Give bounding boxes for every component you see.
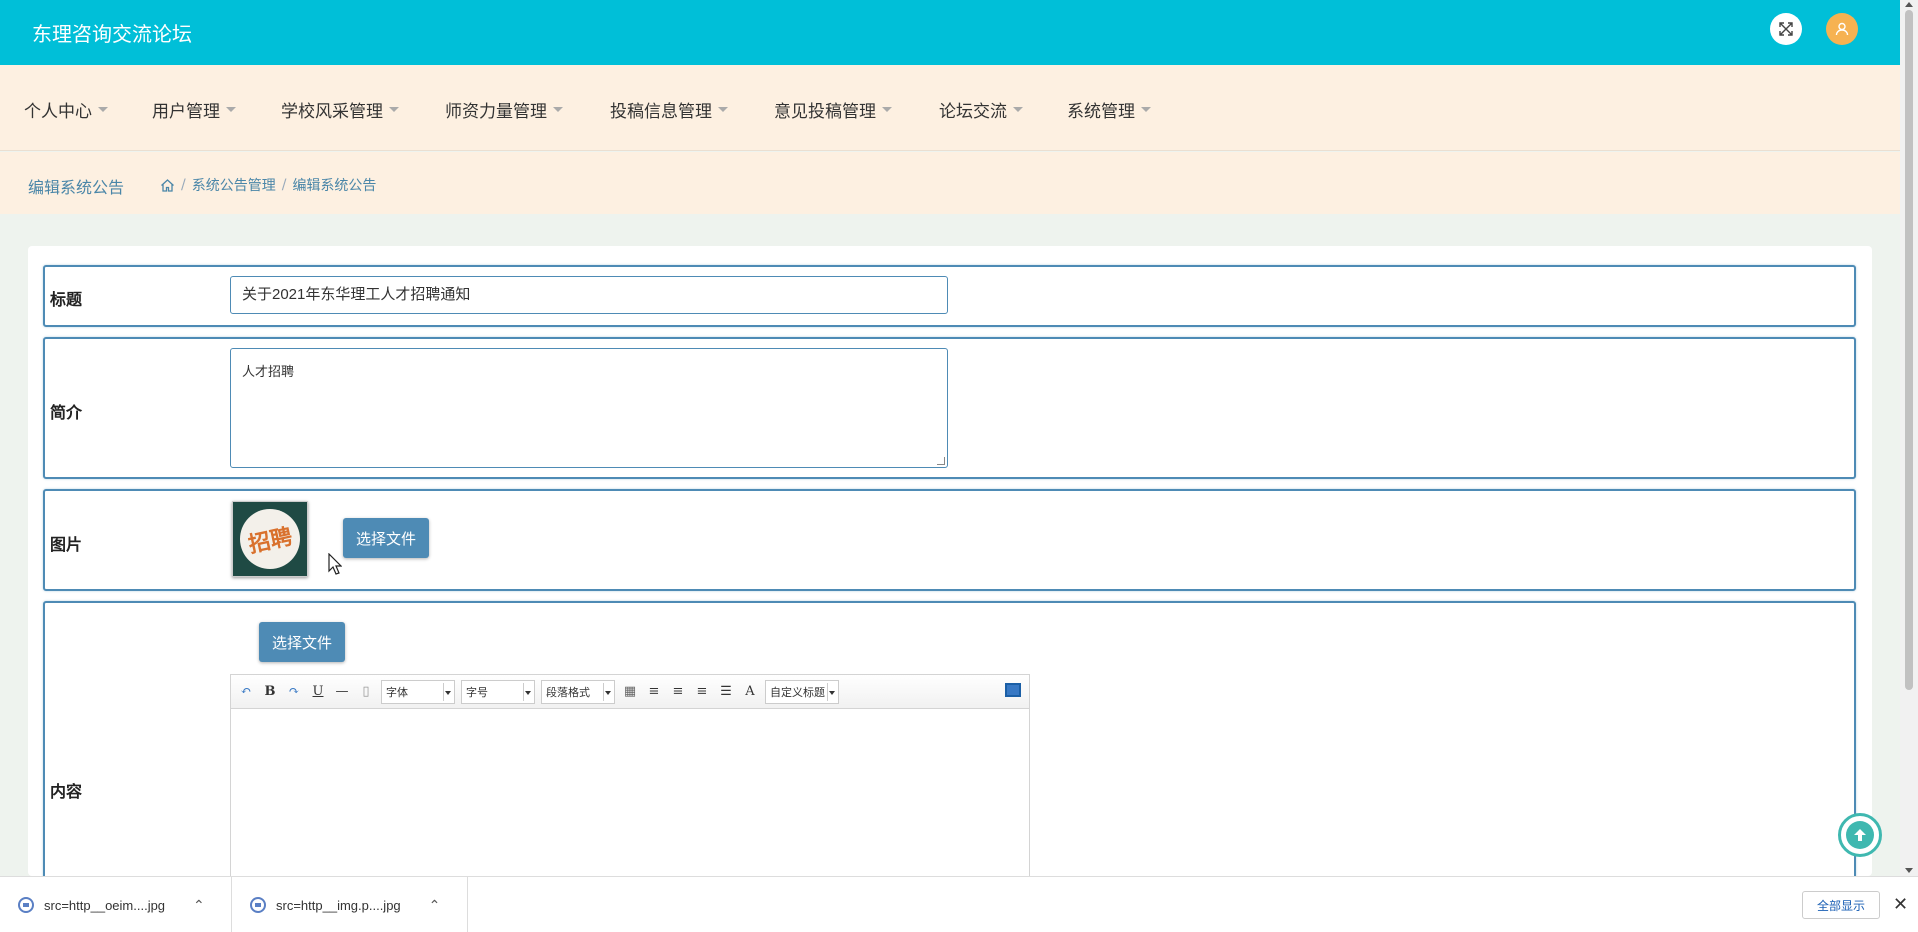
horizontal-rule-icon[interactable]: — bbox=[333, 683, 351, 701]
home-icon[interactable] bbox=[160, 178, 175, 193]
nav-item-feedback[interactable]: 意见投稿管理 bbox=[774, 97, 892, 122]
summary-textarea[interactable]: 人才招聘 bbox=[230, 348, 948, 468]
nav-label: 用户管理 bbox=[152, 102, 220, 122]
choose-content-file-button[interactable]: 选择文件 bbox=[259, 622, 345, 662]
nav-item-users[interactable]: 用户管理 bbox=[152, 97, 236, 122]
downloads-bar: src=http__oeim....jpg ⌃ src=http__img.p.… bbox=[0, 876, 1918, 932]
nav-label: 学校风采管理 bbox=[281, 102, 383, 122]
image-file-icon bbox=[250, 897, 266, 913]
caret-down-icon bbox=[1141, 107, 1151, 112]
custom-title-select[interactable]: 自定义标题 bbox=[765, 679, 839, 704]
scrollbar-thumb[interactable] bbox=[1905, 10, 1913, 690]
undo-icon[interactable]: ↶ bbox=[237, 683, 255, 701]
nav-item-submission[interactable]: 投稿信息管理 bbox=[610, 97, 728, 122]
paragraph-format-value: 段落格式 bbox=[546, 686, 590, 699]
align-center-icon[interactable]: ≡ bbox=[693, 683, 711, 701]
download-item[interactable]: src=http__img.p....jpg ⌃ bbox=[232, 877, 468, 932]
scroll-down-icon[interactable] bbox=[1905, 868, 1913, 873]
arrow-up-icon bbox=[1854, 829, 1866, 841]
paragraph-format-select[interactable]: 段落格式 bbox=[541, 679, 615, 704]
caret-down-icon bbox=[882, 107, 892, 112]
font-color-button[interactable]: A bbox=[741, 683, 759, 701]
breadcrumb-bar: 编辑系统公告 / 系统公告管理 / 编辑系统公告 bbox=[0, 152, 1900, 214]
top-header: 东理咨询交流论坛 bbox=[0, 0, 1900, 65]
title-label: 标题 bbox=[50, 290, 83, 309]
chevron-up-icon[interactable]: ⌃ bbox=[193, 897, 205, 914]
site-brand[interactable]: 东理咨询交流论坛 bbox=[32, 18, 192, 47]
caret-down-icon bbox=[1013, 107, 1023, 112]
font-size-value: 字号 bbox=[466, 686, 488, 699]
breadcrumb-current: 编辑系统公告 bbox=[292, 178, 377, 194]
choose-image-button[interactable]: 选择文件 bbox=[343, 518, 429, 558]
expand-icon bbox=[1779, 22, 1793, 36]
user-icon bbox=[1835, 22, 1849, 36]
nav-item-personal[interactable]: 个人中心 bbox=[24, 97, 108, 122]
align-right-icon[interactable]: ≡ bbox=[669, 683, 687, 701]
editor-body[interactable] bbox=[231, 709, 1029, 883]
main-nav: 个人中心 用户管理 学校风采管理 师资力量管理 投稿信息管理 意见投稿管理 论坛… bbox=[0, 65, 1900, 151]
resize-handle[interactable] bbox=[937, 457, 945, 465]
summary-text: 人才招聘 bbox=[242, 364, 295, 379]
breadcrumb-parent[interactable]: 系统公告管理 bbox=[192, 175, 276, 195]
custom-title-value: 自定义标题 bbox=[770, 686, 825, 699]
close-icon[interactable]: ✕ bbox=[1893, 894, 1908, 915]
nav-label: 意见投稿管理 bbox=[774, 102, 876, 122]
align-justify-icon[interactable]: ☰ bbox=[717, 683, 735, 701]
nav-item-school[interactable]: 学校风采管理 bbox=[281, 97, 399, 122]
page-icon[interactable]: ▯ bbox=[357, 683, 375, 701]
vertical-scrollbar[interactable] bbox=[1900, 0, 1918, 876]
editor-toolbar: ↶ B ↷ U — ▯ 字体 字号 段落格式 ▦ ≡ ≡ ≡ ☰ A 自定义标题 bbox=[231, 675, 1029, 709]
font-size-select[interactable]: 字号 bbox=[461, 679, 535, 704]
nav-item-system[interactable]: 系统管理 bbox=[1067, 97, 1151, 122]
download-item[interactable]: src=http__oeim....jpg ⌃ bbox=[0, 877, 232, 932]
caret-down-icon bbox=[718, 107, 728, 112]
form-row-content: 内容 选择文件 ↶ B ↷ U — ▯ 字体 字号 段落格式 ▦ ≡ ≡ ≡ ☰… bbox=[43, 601, 1856, 891]
back-to-top-button[interactable] bbox=[1838, 813, 1882, 857]
mouse-cursor-icon bbox=[328, 553, 342, 575]
caret-down-icon bbox=[389, 107, 399, 112]
breadcrumb-separator: / bbox=[281, 177, 287, 193]
scroll-up-icon[interactable] bbox=[1905, 2, 1913, 7]
breadcrumb-separator: / bbox=[181, 177, 186, 193]
download-filename: src=http__img.p....jpg bbox=[276, 897, 401, 913]
table-icon[interactable]: ▦ bbox=[621, 683, 639, 701]
caret-down-icon bbox=[226, 107, 236, 112]
bold-button[interactable]: B bbox=[261, 683, 279, 701]
nav-item-forum[interactable]: 论坛交流 bbox=[939, 97, 1023, 122]
rich-text-editor: ↶ B ↷ U — ▯ 字体 字号 段落格式 ▦ ≡ ≡ ≡ ☰ A 自定义标题 bbox=[230, 674, 1030, 884]
download-filename: src=http__oeim....jpg bbox=[44, 897, 166, 913]
user-avatar-button[interactable] bbox=[1826, 13, 1858, 45]
caret-down-icon bbox=[98, 107, 108, 112]
image-file-icon bbox=[18, 897, 34, 913]
form-row-summary: 简介 人才招聘 bbox=[43, 337, 1856, 479]
nav-label: 个人中心 bbox=[24, 102, 92, 122]
fullscreen-editor-icon[interactable] bbox=[1005, 683, 1021, 697]
nav-label: 论坛交流 bbox=[939, 102, 1007, 122]
image-label: 图片 bbox=[50, 535, 83, 554]
form-row-title: 标题 关于2021年东华理工人才招聘通知 bbox=[43, 265, 1856, 327]
nav-item-faculty[interactable]: 师资力量管理 bbox=[445, 97, 563, 122]
summary-label: 简介 bbox=[50, 403, 83, 422]
font-family-value: 字体 bbox=[386, 686, 408, 699]
thumbnail-text: 招聘 bbox=[246, 523, 295, 559]
show-all-downloads-button[interactable]: 全部显示 bbox=[1802, 891, 1880, 919]
nav-label: 投稿信息管理 bbox=[610, 102, 712, 122]
nav-label: 系统管理 bbox=[1067, 102, 1135, 122]
title-input[interactable]: 关于2021年东华理工人才招聘通知 bbox=[230, 276, 948, 314]
underline-button[interactable]: U bbox=[309, 683, 327, 701]
breadcrumb: / 系统公告管理 / 编辑系统公告 bbox=[160, 175, 376, 195]
image-thumbnail[interactable]: 招聘 bbox=[232, 501, 308, 577]
font-family-select[interactable]: 字体 bbox=[381, 679, 455, 704]
redo-icon[interactable]: ↷ bbox=[285, 683, 303, 701]
align-left-icon[interactable]: ≡ bbox=[645, 683, 663, 701]
page-title: 编辑系统公告 bbox=[28, 178, 125, 197]
caret-down-icon bbox=[553, 107, 563, 112]
chevron-up-icon[interactable]: ⌃ bbox=[429, 897, 441, 914]
image-thumbnail-art: 招聘 bbox=[234, 503, 306, 575]
nav-label: 师资力量管理 bbox=[445, 102, 547, 122]
fullscreen-button[interactable] bbox=[1770, 13, 1802, 45]
form-row-image: 图片 招聘 选择文件 bbox=[43, 489, 1856, 591]
content-label: 内容 bbox=[50, 782, 83, 801]
